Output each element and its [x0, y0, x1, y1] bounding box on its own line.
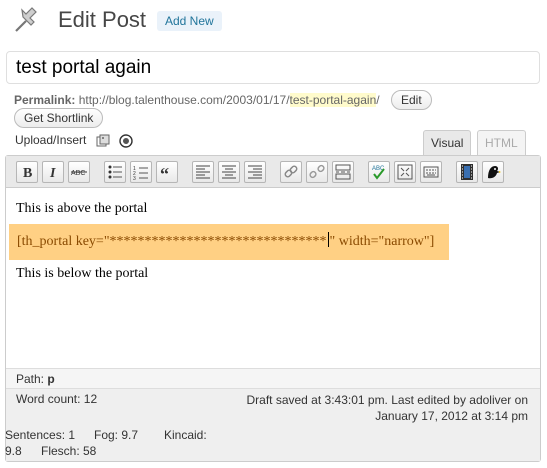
tab-html[interactable]: HTML	[477, 130, 526, 156]
fog-stat: Fog: 9.7	[94, 428, 139, 442]
editor-toolbar: B I ABC 123 “ ABC	[6, 156, 540, 188]
word-count: Word count: 12	[16, 392, 98, 406]
permalink-url-prefix: http://blog.talenthouse.com/2003/01/17/	[78, 93, 290, 107]
bullet-list-button[interactable]	[104, 161, 126, 183]
page-title: Edit Post	[58, 7, 147, 32]
blockquote-button[interactable]: “	[156, 161, 178, 183]
svg-text:I: I	[49, 166, 56, 180]
pushpin-icon	[15, 7, 37, 32]
blockquote-icon: “	[160, 164, 169, 180]
numbered-list-button[interactable]: 123	[130, 161, 152, 183]
flesch-stat: Flesch: 58	[41, 444, 97, 458]
insert-more-button[interactable]	[332, 161, 354, 183]
path-element[interactable]: p	[47, 372, 54, 386]
svg-text:“: “	[160, 164, 169, 180]
spellcheck-button[interactable]: ABC	[368, 161, 390, 183]
italic-button[interactable]: I	[42, 161, 64, 183]
bird-icon	[488, 166, 501, 179]
numbered-list-icon: 123	[133, 166, 148, 180]
link-icon	[284, 165, 298, 178]
svg-text:3: 3	[133, 176, 136, 180]
last-edited-date: January 17, 2012 at 3:14 pm	[375, 409, 528, 423]
kitchen-sink-icon	[423, 166, 439, 178]
add-audio-icon[interactable]	[119, 134, 133, 148]
align-right-icon	[248, 165, 262, 179]
editor: B I ABC 123 “ ABC This is above the port…	[5, 155, 541, 462]
kincaid-value: 9.8	[5, 444, 22, 458]
portal-plugin-button[interactable]	[482, 161, 504, 183]
film-icon	[461, 164, 473, 180]
align-left-button[interactable]	[192, 161, 214, 183]
permalink-label: Permalink:	[14, 93, 76, 107]
kitchen-sink-button[interactable]	[420, 161, 442, 183]
bullet-list-icon	[108, 165, 122, 179]
permalink-url-suffix: /	[376, 93, 380, 107]
bold-icon: B	[23, 166, 32, 180]
align-right-button[interactable]	[244, 161, 266, 183]
path-bar: Path: p	[6, 368, 540, 388]
svg-text:B: B	[23, 166, 32, 180]
text-caret	[327, 232, 329, 247]
tab-visual[interactable]: Visual	[423, 130, 472, 156]
unlink-button[interactable]	[306, 161, 328, 183]
fullscreen-button[interactable]	[394, 161, 416, 183]
draft-saved-text: Draft saved at 3:43:01 pm. Last edited b…	[246, 393, 528, 407]
add-new-button[interactable]: Add New	[157, 11, 222, 31]
editor-content[interactable]: This is above the portal [th_portal key=…	[6, 189, 540, 369]
align-center-button[interactable]	[218, 161, 240, 183]
unlink-icon	[309, 164, 325, 179]
insert-video-button[interactable]	[456, 161, 478, 183]
svg-text:ABC: ABC	[71, 170, 85, 177]
bold-button[interactable]: B	[16, 161, 38, 183]
portal-shortcode-end: " width="narrow"]	[329, 234, 435, 249]
strikethrough-button[interactable]: ABC	[68, 161, 90, 183]
align-left-icon	[196, 165, 210, 179]
portal-shortcode-block[interactable]: [th_portal key="************************…	[9, 224, 449, 260]
draft-status: Draft saved at 3:43:01 pm. Last edited b…	[208, 392, 528, 424]
more-tag-icon	[335, 164, 351, 180]
strikethrough-icon: ABC	[71, 170, 87, 177]
italic-icon: I	[49, 166, 56, 180]
paragraph-below-portal: This is below the portal	[16, 266, 149, 281]
insert-link-button[interactable]	[280, 161, 302, 183]
get-shortlink-button[interactable]: Get Shortlink	[14, 108, 104, 128]
sentences-stat: Sentences: 1	[5, 428, 76, 442]
edit-permalink-button[interactable]: Edit	[391, 90, 432, 110]
path-label: Path:	[16, 372, 45, 386]
add-media-icon[interactable]	[96, 134, 110, 148]
fullscreen-icon	[397, 164, 413, 180]
permalink-row: Permalink: http://blog.talenthouse.com/2…	[14, 93, 380, 107]
spellcheck-icon: ABC	[372, 166, 385, 180]
post-title-input[interactable]: test portal again	[6, 51, 540, 84]
upload-insert-label: Upload/Insert	[15, 133, 87, 147]
paragraph-above-portal: This is above the portal	[16, 201, 148, 216]
permalink-slug[interactable]: test-portal-again	[289, 93, 377, 107]
align-center-icon	[222, 165, 236, 179]
portal-shortcode-start: [th_portal key="************************…	[17, 234, 327, 249]
kincaid-label: Kincaid:	[164, 428, 207, 442]
